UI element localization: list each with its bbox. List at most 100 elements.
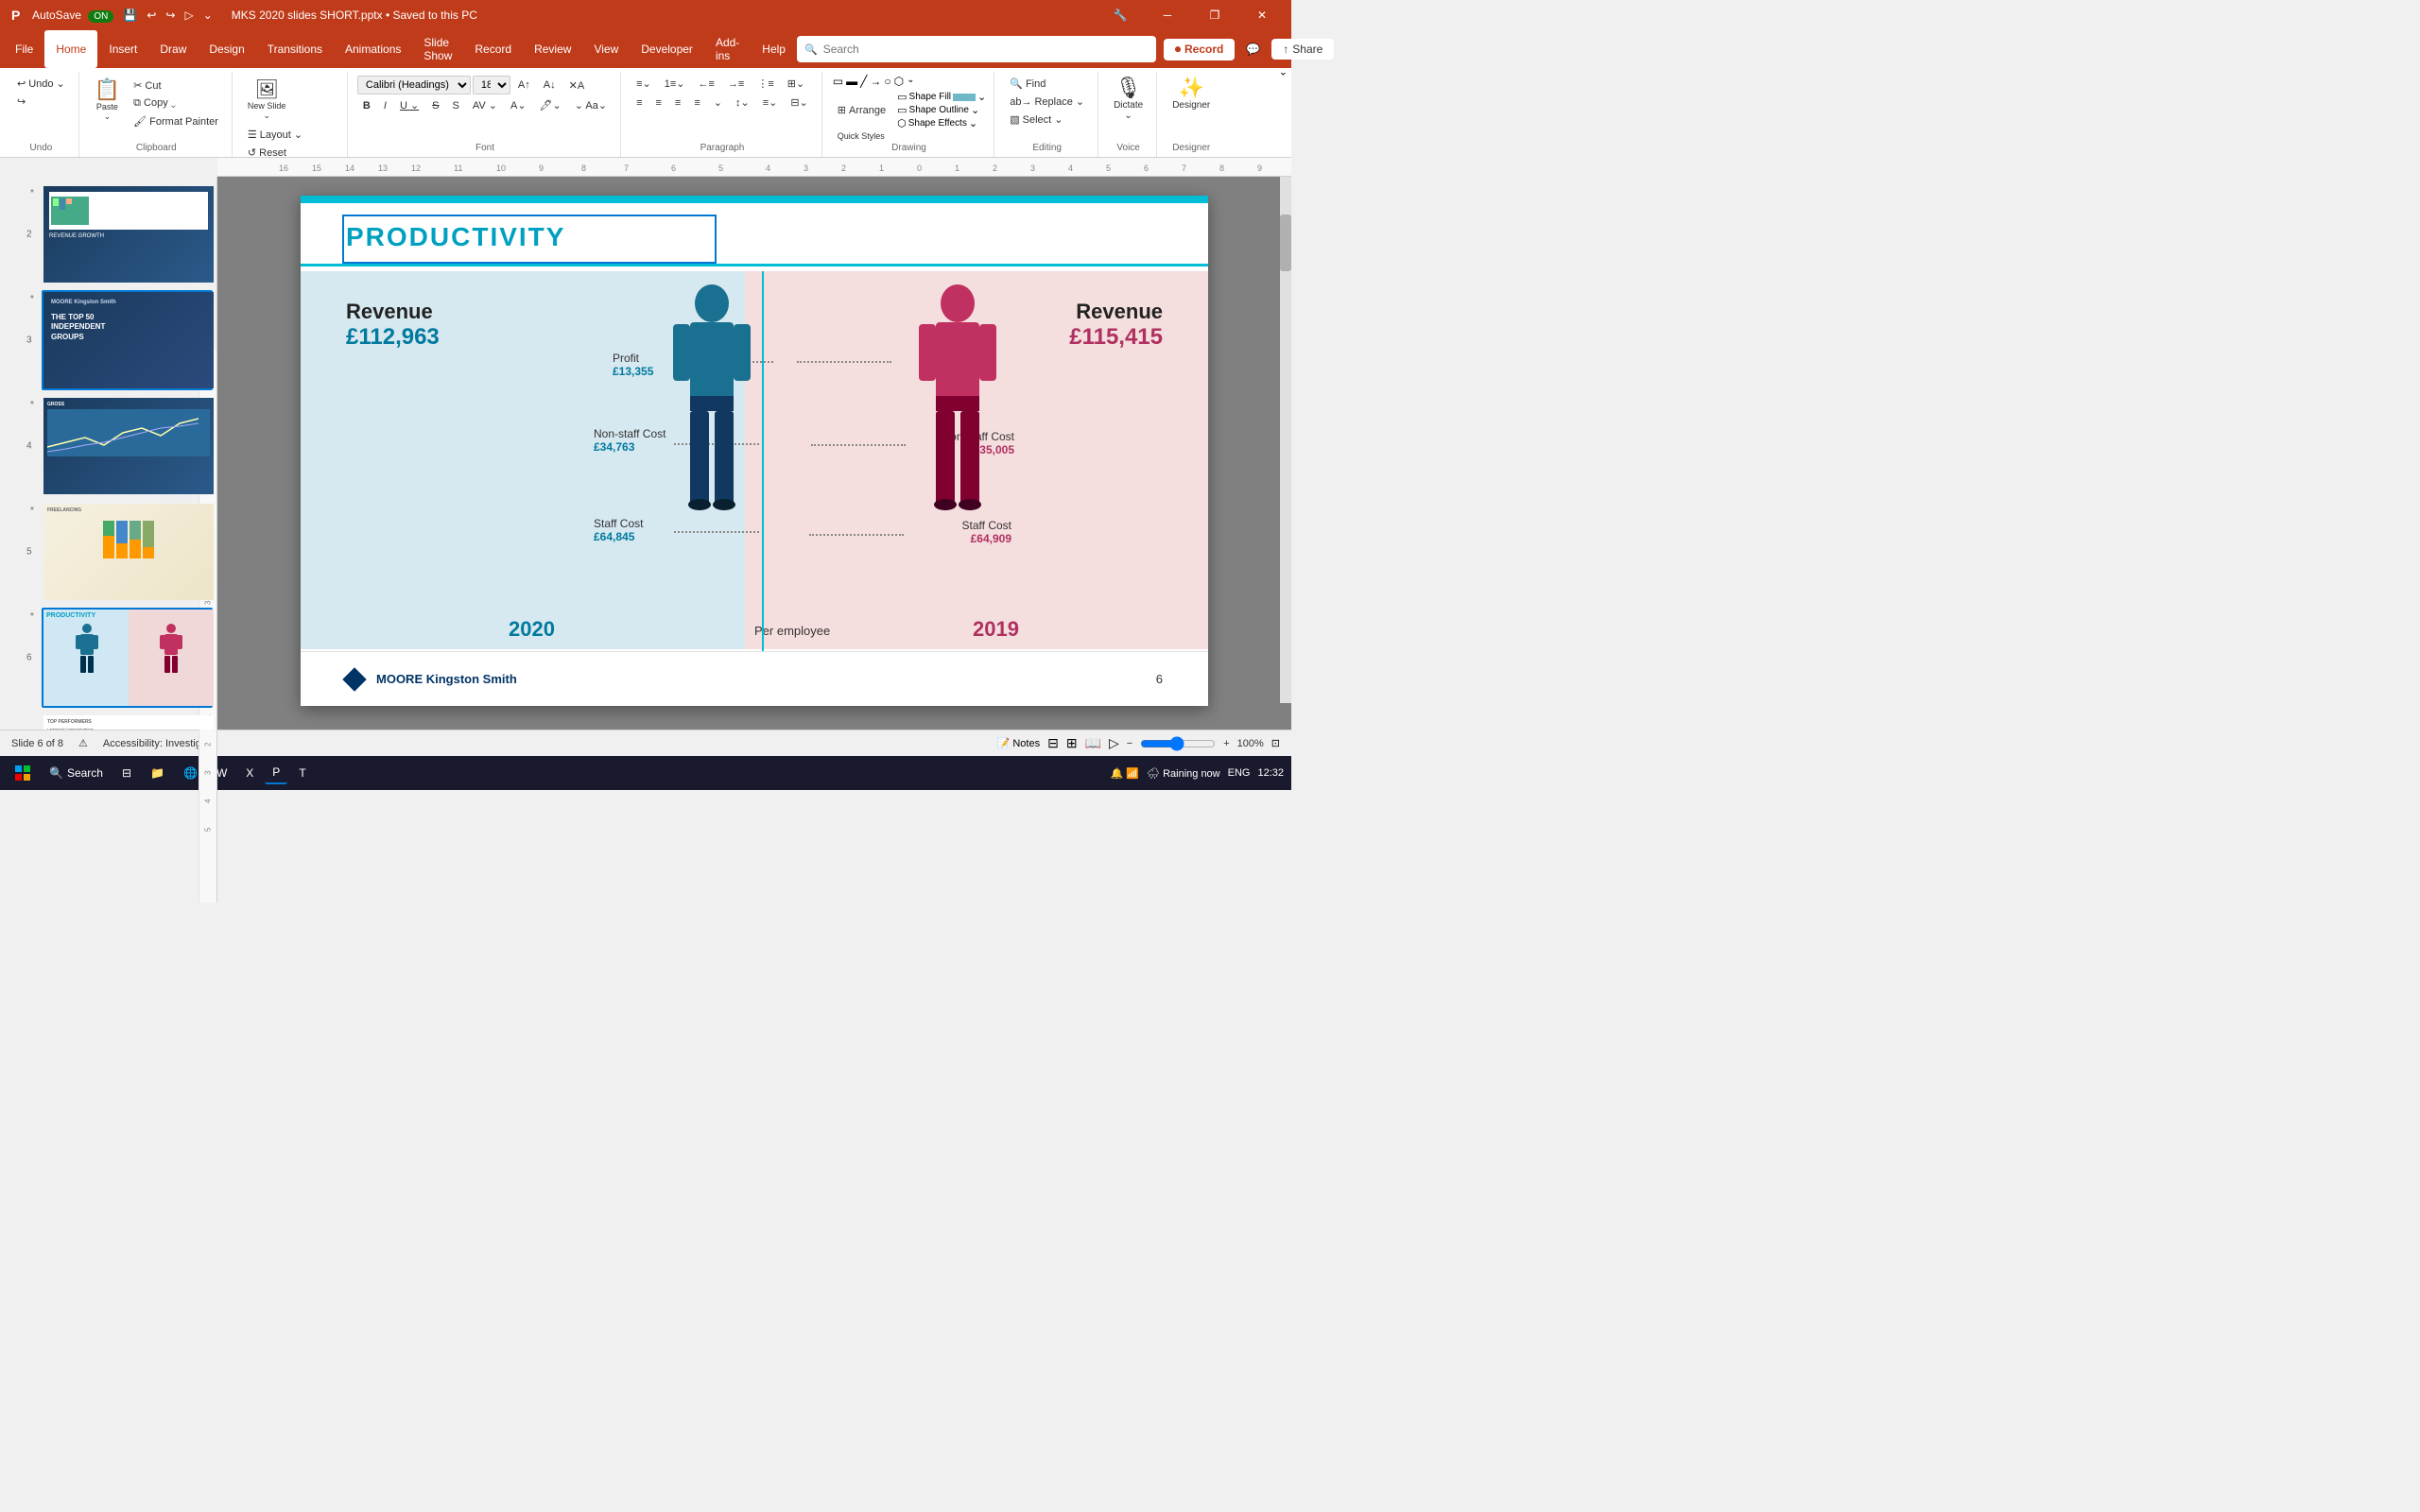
normal-view-button[interactable]: ⊟ <box>1047 735 1059 751</box>
increase-font-button[interactable]: A↑ <box>512 77 536 93</box>
quick-styles-button[interactable]: Quick Styles <box>832 129 890 143</box>
excel-button[interactable]: X <box>238 763 261 783</box>
powerpoint-taskbar-button[interactable]: P <box>265 762 287 784</box>
more-paragraph-button[interactable]: ⋮≡ <box>752 76 779 92</box>
close-button[interactable]: ✕ <box>1240 0 1284 30</box>
menu-item-home[interactable]: Home <box>44 30 97 68</box>
zoom-slider[interactable] <box>1140 736 1216 751</box>
file-explorer-button[interactable]: 📁 <box>143 763 172 783</box>
designer-button[interactable]: ✨ Designer <box>1167 72 1216 114</box>
smartart-button[interactable]: ⊟⌄ <box>785 94 813 111</box>
bold-button[interactable]: B <box>357 98 376 113</box>
columns-button[interactable]: ⌄ <box>708 94 728 111</box>
text-direction-button[interactable]: ⌄ Aa⌄ <box>569 97 613 113</box>
bullets-button[interactable]: ≡⌄ <box>631 76 657 92</box>
shape-rect2-icon[interactable]: ▬ <box>845 74 858 89</box>
slide-thumb-7[interactable]: 7 TOP PERFORMERS Larkmead Communications… <box>42 713 213 730</box>
slide-thumb-6[interactable]: 6 * PRODUCTIVITY <box>42 608 213 708</box>
strikethrough-button[interactable]: S <box>426 98 444 113</box>
zoom-plus-icon[interactable]: + <box>1223 738 1229 749</box>
shape-effects-dropdown-icon[interactable]: ⌄ <box>969 117 977 129</box>
shape-line-icon[interactable]: ╱ <box>859 74 868 89</box>
save-button[interactable]: 💾 <box>119 7 141 24</box>
shape-rect-icon[interactable]: ▭ <box>832 74 844 89</box>
minimize-button[interactable]: ─ <box>1146 0 1189 30</box>
italic-button[interactable]: I <box>378 98 392 113</box>
copy-button[interactable]: ⧉ Copy ⌄ <box>128 95 224 112</box>
more-quick-btn[interactable]: ⌄ <box>199 7 216 24</box>
format-painter-button[interactable]: 🖌 Format Painter <box>128 113 224 129</box>
notes-button[interactable]: 📝 Notes <box>997 737 1040 749</box>
arrange-button[interactable]: ⊞ Arrange <box>832 102 891 118</box>
fit-slide-button[interactable]: ⊡ <box>1271 737 1280 749</box>
menu-item-animations[interactable]: Animations <box>334 30 412 68</box>
task-view-button[interactable]: ⊟ <box>114 763 139 783</box>
settings-icon-btn[interactable]: 🔧 <box>1098 0 1142 30</box>
redo-quick-button[interactable]: ↪ <box>162 7 179 24</box>
menu-item-slideshow[interactable]: Slide Show <box>412 30 463 68</box>
search-input[interactable] <box>823 43 1149 56</box>
slideshow-button[interactable]: ▷ <box>1109 735 1119 751</box>
align-left-button[interactable]: ≡ <box>631 94 648 111</box>
menu-item-addins[interactable]: Add-ins <box>704 30 751 68</box>
font-family-select[interactable]: Calibri (Headings) <box>357 76 471 94</box>
menu-item-record[interactable]: Record <box>463 30 523 68</box>
teams-button[interactable]: T <box>291 763 313 783</box>
char-spacing-button[interactable]: AV ⌄ <box>467 97 503 113</box>
share-button[interactable]: ↑ Share <box>1271 39 1334 60</box>
reading-view-button[interactable]: 📖 <box>1085 735 1101 751</box>
taskbar-search-button[interactable]: 🔍 Search <box>42 763 111 783</box>
search-box[interactable]: 🔍 <box>797 36 1156 62</box>
font-size-select[interactable]: 18 <box>473 76 510 94</box>
more-shapes-btn[interactable]: ⌄ <box>906 74 915 89</box>
clear-format-button[interactable]: ✕A <box>563 77 591 94</box>
restore-button[interactable]: ❐ <box>1193 0 1236 30</box>
comment-button[interactable]: 💬 <box>1242 41 1264 58</box>
record-button[interactable]: ⏺ Record <box>1164 39 1235 60</box>
layout-button[interactable]: ☰ Layout ⌄ <box>242 127 308 143</box>
editing-area[interactable]: PRODUCTIVITY Revenue £112,963 Revenue £1… <box>217 177 1291 730</box>
ribbon-collapse-button[interactable]: ⌄ <box>1279 66 1288 78</box>
shape-outline-dropdown-icon[interactable]: ⌄ <box>971 104 979 116</box>
menu-item-insert[interactable]: Insert <box>97 30 148 68</box>
slide-sorter-button[interactable]: ⊞ <box>1066 735 1078 751</box>
slide-thumb-3[interactable]: 3 * MOORE Kingston Smith THE TOP 50INDEP… <box>42 290 213 390</box>
highlight-button[interactable]: 🖊⌄ <box>534 97 567 113</box>
replace-button[interactable]: ab→ Replace ⌄ <box>1004 94 1090 110</box>
start-button[interactable] <box>8 762 38 784</box>
slide-thumb-5[interactable]: 5 * FREELANCING <box>42 502 213 602</box>
undo-quick-button[interactable]: ↩ <box>143 7 160 24</box>
menu-item-draw[interactable]: Draw <box>148 30 198 68</box>
decrease-indent-button[interactable]: ←≡ <box>692 76 719 92</box>
decrease-font-button[interactable]: A↓ <box>538 77 562 93</box>
vertical-scrollbar[interactable] <box>1280 177 1291 703</box>
menu-item-help[interactable]: Help <box>751 30 797 68</box>
shape-hex-icon[interactable]: ⬡ <box>893 74 905 89</box>
new-slide-button[interactable]: 🖼 New Slide ⌄ <box>242 74 292 125</box>
find-button[interactable]: 🔍 Find <box>1004 76 1090 92</box>
quick-access-toolbar[interactable]: P AutoSave ON 💾 ↩ ↪ ▷ ⌄ <box>8 6 216 25</box>
menu-item-developer[interactable]: Developer <box>630 30 704 68</box>
align-right-button[interactable]: ≡ <box>669 94 686 111</box>
zoom-level[interactable]: 100% <box>1237 738 1264 749</box>
menu-item-view[interactable]: View <box>582 30 630 68</box>
menu-item-design[interactable]: Design <box>198 30 255 68</box>
numbering-button[interactable]: 1≡⌄ <box>659 76 691 92</box>
cut-button[interactable]: ✂ Cut <box>128 77 224 94</box>
select-button[interactable]: ▧ Select ⌄ <box>1004 112 1090 128</box>
redo-button[interactable]: ↪ <box>11 94 31 110</box>
zoom-minus-icon[interactable]: − <box>1127 738 1132 749</box>
text-direction-btn2[interactable]: ↕⌄ <box>730 94 755 111</box>
dictate-button[interactable]: 🎙 Dictate ⌄ <box>1108 72 1149 125</box>
slide-canvas[interactable]: PRODUCTIVITY Revenue £112,963 Revenue £1… <box>301 196 1208 706</box>
slide-thumb-4[interactable]: 4 * GROSS <box>42 396 213 496</box>
align-text-button[interactable]: ≡⌄ <box>757 94 784 111</box>
menu-item-review[interactable]: Review <box>523 30 582 68</box>
shape-arrow-icon[interactable]: → <box>869 74 882 89</box>
shape-circle-icon[interactable]: ○ <box>883 74 891 89</box>
shape-fill-dropdown-icon[interactable]: ⌄ <box>977 91 986 103</box>
slide-thumb-2[interactable]: 2 * REVENUE GROWTH <box>42 184 213 284</box>
present-button[interactable]: ▷ <box>181 7 197 24</box>
increase-indent-button[interactable]: →≡ <box>722 76 750 92</box>
align-center-button[interactable]: ≡ <box>650 94 667 111</box>
